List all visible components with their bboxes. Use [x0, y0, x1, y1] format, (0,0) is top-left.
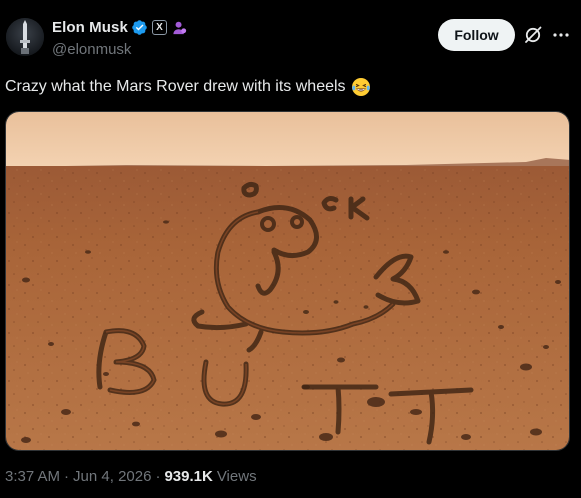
views-count[interactable]: 939.1K	[164, 468, 212, 485]
tweet-meta: 3:37 AM · Jun 4, 2026 · 939.1K Views	[5, 468, 257, 485]
tweet-date[interactable]: Jun 4, 2026	[73, 468, 151, 485]
affiliate-badge-icon[interactable]: X	[151, 20, 167, 35]
tweet-text-content: Crazy what the Mars Rover drew with its …	[5, 78, 346, 95]
grok-icon[interactable]	[523, 25, 543, 45]
author-name-row: Elon Musk X	[52, 19, 187, 36]
author-display-name[interactable]: Elon Musk	[52, 19, 128, 36]
author-handle[interactable]: @elonmusk	[52, 41, 131, 58]
views-label: Views	[216, 468, 257, 485]
tweet-text: Crazy what the Mars Rover drew with its …	[5, 77, 371, 97]
verified-badge-icon	[131, 19, 148, 36]
government-affiliation-icon	[172, 20, 187, 35]
meta-separator: ·	[64, 468, 70, 485]
meta-separator: ·	[155, 468, 161, 485]
tweet-media-image[interactable]	[5, 111, 570, 451]
more-options-icon[interactable]	[551, 25, 571, 45]
tweet-post: Elon Musk X @elonmusk Follow Crazy what …	[0, 0, 581, 498]
follow-button[interactable]: Follow	[438, 19, 515, 51]
tweet-time[interactable]: 3:37 AM	[5, 468, 60, 485]
avatar[interactable]	[6, 18, 44, 56]
laughing-tears-emoji-icon	[351, 77, 371, 97]
